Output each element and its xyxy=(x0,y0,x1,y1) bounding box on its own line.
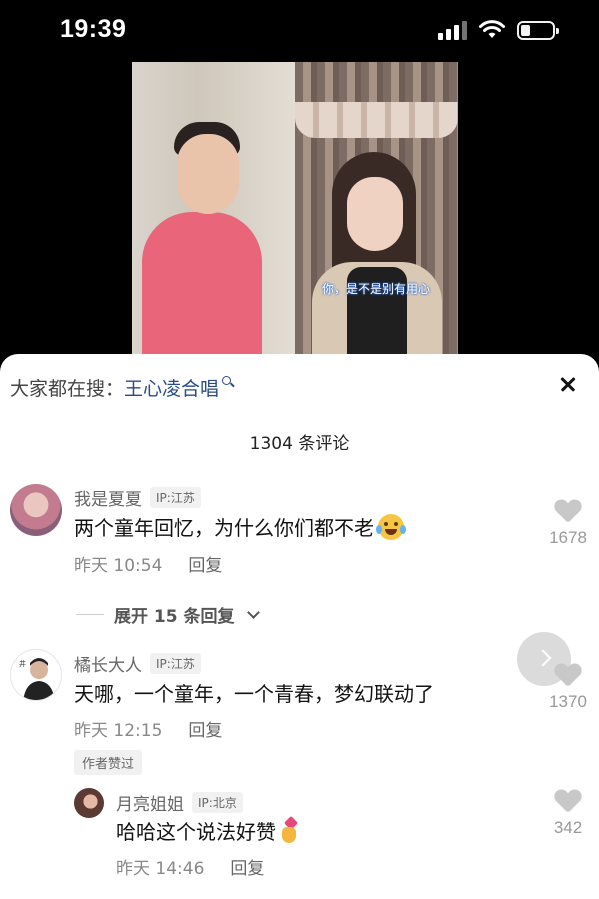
comment-text-content: 两个童年回忆，为什么你们都不老 xyxy=(74,516,374,540)
avatar[interactable] xyxy=(10,484,62,536)
reply-meta: 昨天 14:46 回复 xyxy=(116,854,264,879)
reply-button[interactable]: 回复 xyxy=(188,716,222,741)
heart-icon xyxy=(555,500,581,524)
avatar[interactable] xyxy=(74,788,104,818)
comment-text: 两个童年回忆，为什么你们都不老 xyxy=(74,512,404,541)
wifi-icon xyxy=(479,20,505,38)
search-icon xyxy=(222,375,234,390)
reply-button[interactable]: 回复 xyxy=(230,854,264,879)
avatar[interactable]: 井 xyxy=(10,649,62,701)
like-button[interactable]: 1678 xyxy=(538,500,598,548)
cellular-signal-icon xyxy=(438,20,467,40)
expand-replies-label: 展开 15 条回复 xyxy=(114,607,235,627)
close-icon[interactable] xyxy=(556,372,580,396)
status-icons xyxy=(438,20,559,40)
comment-time: 昨天 12:15 xyxy=(74,721,163,741)
like-count: 342 xyxy=(553,818,583,837)
comment-header: 我是夏夏 IP:江苏 xyxy=(74,485,201,510)
chevron-right-icon xyxy=(534,649,552,667)
comment-header: 橘长大人 IP:江苏 xyxy=(74,651,201,676)
heart-hand-emoji-icon xyxy=(280,815,300,844)
reply-button[interactable]: 回复 xyxy=(188,551,222,576)
comment-time: 昨天 10:54 xyxy=(74,556,163,576)
comment-count: 1304 条评论 xyxy=(249,434,350,454)
like-button[interactable]: 342 xyxy=(538,790,598,838)
status-time: 19:39 xyxy=(60,15,127,43)
comment-meta: 昨天 12:15 回复 xyxy=(74,716,222,741)
like-count: 1678 xyxy=(549,528,587,547)
ip-location-badge: IP:江苏 xyxy=(150,653,201,674)
comment-meta: 昨天 10:54 回复 xyxy=(74,551,222,576)
chevron-down-icon xyxy=(246,606,260,619)
avatar-illustration: 井 xyxy=(19,658,55,700)
status-bar: 19:39 xyxy=(0,0,599,62)
video-player[interactable]: 你，是不是别有用心 xyxy=(132,62,458,354)
reply-text: 哈哈这个说法好赞 xyxy=(116,815,300,845)
battery-icon xyxy=(517,20,559,40)
floating-next-button[interactable] xyxy=(517,632,571,686)
comment-text-content: 天哪，一个童年，一个青春，梦幻联动了 xyxy=(74,682,434,706)
trending-search[interactable]: 大家都在搜： 王心凌合唱 xyxy=(10,374,234,401)
divider-line xyxy=(76,614,104,615)
comment-username[interactable]: 橘长大人 xyxy=(74,651,142,676)
svg-text:井: 井 xyxy=(19,659,26,668)
video-subtitle: 你，是不是别有用心 xyxy=(322,282,431,296)
expand-replies-button[interactable]: 展开 15 条回复 xyxy=(76,602,260,627)
ip-location-badge: IP:江苏 xyxy=(150,487,201,508)
heart-icon xyxy=(555,790,581,814)
comment-text: 天哪，一个童年，一个青春，梦幻联动了 xyxy=(74,678,434,707)
reply-header: 月亮姐姐 IP:北京 xyxy=(116,790,243,815)
comments-sheet: 大家都在搜： 王心凌合唱 1304 条评论 我是夏夏 IP:江苏 两个童年回忆，… xyxy=(0,354,599,899)
reply-text-content: 哈哈这个说法好赞 xyxy=(116,820,276,844)
like-count: 1370 xyxy=(549,692,587,711)
ip-location-badge: IP:北京 xyxy=(192,792,243,813)
singer-left-face xyxy=(177,134,239,214)
trending-search-term[interactable]: 王心凌合唱 xyxy=(124,374,219,401)
comment-username[interactable]: 我是夏夏 xyxy=(74,485,142,510)
author-liked-badge: 作者赞过 xyxy=(74,750,143,775)
reply-time: 昨天 14:46 xyxy=(116,859,205,879)
crying-laughing-emoji-icon xyxy=(376,513,404,540)
curtain-valance xyxy=(295,102,458,138)
singer-left-body xyxy=(142,212,262,354)
reply-username[interactable]: 月亮姐姐 xyxy=(116,790,184,815)
trending-search-prefix: 大家都在搜： xyxy=(10,378,125,400)
singer-right-face xyxy=(347,177,403,251)
